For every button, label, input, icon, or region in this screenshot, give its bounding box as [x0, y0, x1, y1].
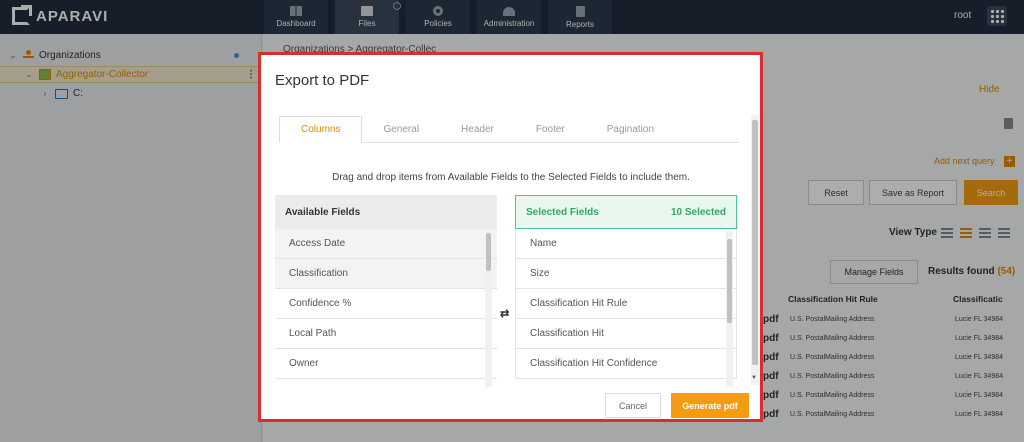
- list-item[interactable]: Size: [515, 259, 737, 289]
- list-item[interactable]: Access Date: [275, 229, 497, 259]
- list-item[interactable]: Local Path: [275, 319, 497, 349]
- dialog-footer: Cancel Generate pdf: [261, 387, 760, 419]
- list-item[interactable]: Classification Hit: [515, 319, 737, 349]
- dialog-title: Export to PDF: [275, 72, 370, 89]
- available-fields-title: Available Fields: [285, 206, 361, 218]
- list-item[interactable]: Owner: [275, 349, 497, 379]
- scroll-down-icon[interactable]: ▼: [751, 375, 757, 381]
- export-pdf-dialog: Export to PDF Columns General Header Foo…: [258, 52, 763, 422]
- dialog-tabs: Columns General Header Footer Pagination: [279, 116, 739, 143]
- selected-fields-list: Name Size Classification Hit Rule Classi…: [515, 229, 737, 389]
- tab-general[interactable]: General: [362, 116, 440, 143]
- selected-fields-scrollbar[interactable]: [726, 231, 733, 389]
- tab-pagination[interactable]: Pagination: [586, 116, 675, 143]
- cancel-button[interactable]: Cancel: [605, 393, 661, 418]
- instructions-text: Drag and drop items from Available Field…: [332, 172, 690, 183]
- tab-header[interactable]: Header: [440, 116, 515, 143]
- dialog-scrollbar-thumb[interactable]: [752, 120, 758, 365]
- list-item[interactable]: Name: [515, 229, 737, 259]
- list-item[interactable]: Confidence %: [275, 289, 497, 319]
- list-item[interactable]: Classification Hit Rule: [515, 289, 737, 319]
- available-fields-scrollbar[interactable]: [485, 231, 492, 389]
- selected-fields-header: Selected Fields 10 Selected: [515, 195, 737, 229]
- available-fields-list: Access Date Classification Confidence % …: [275, 229, 497, 389]
- tab-footer[interactable]: Footer: [515, 116, 586, 143]
- generate-pdf-button[interactable]: Generate pdf: [671, 393, 749, 418]
- list-item[interactable]: Classification: [275, 259, 497, 289]
- selected-count: 10 Selected: [670, 206, 726, 218]
- available-fields-header: Available Fields: [275, 195, 497, 229]
- tab-columns[interactable]: Columns: [279, 116, 363, 143]
- list-item[interactable]: Classification Hit Confidence: [515, 349, 737, 379]
- swap-arrows-icon: ⇄: [500, 308, 510, 320]
- selected-fields-title: Selected Fields: [526, 206, 599, 218]
